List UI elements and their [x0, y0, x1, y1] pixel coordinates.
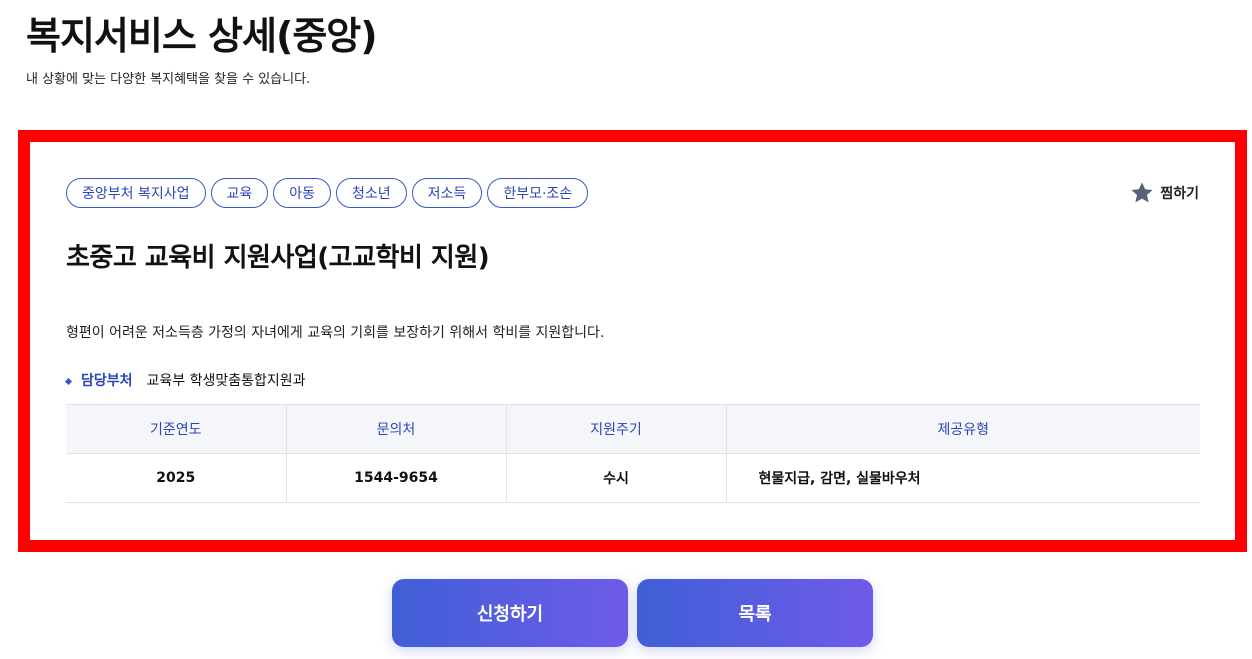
tag-single-parent[interactable]: 한부모·조손: [487, 178, 589, 208]
page: 복지서비스 상세(중앙) 내 상황에 맞는 다양한 복지혜택을 찾을 수 있습니…: [0, 0, 1252, 659]
cell-base-year: 2025: [66, 453, 287, 503]
tag-child[interactable]: 아동: [273, 178, 332, 208]
tag-youth[interactable]: 청소년: [336, 178, 407, 208]
action-buttons: 신청하기 목록: [392, 579, 873, 647]
star-icon: [1129, 180, 1155, 206]
service-description: 형편이 어려운 저소득층 가정의 자녀에게 교육의 기회를 보장하기 위해서 학…: [66, 325, 605, 341]
cell-provision-type: 현물지급, 감면, 실물바우처: [726, 453, 1200, 503]
apply-button[interactable]: 신청하기: [392, 579, 628, 647]
cell-contact: 1544-9654: [286, 453, 507, 503]
highlight-frame: 중앙부처 복지사업 교육 아동 청소년 저소득 한부모·조손 찜하기 초중고 교…: [18, 130, 1247, 552]
department-value: 교육부 학생맞춤통합지원과: [146, 373, 306, 389]
diamond-bullet-icon: [64, 377, 73, 385]
service-card: 중앙부처 복지사업 교육 아동 청소년 저소득 한부모·조손 찜하기 초중고 교…: [30, 142, 1235, 540]
list-button[interactable]: 목록: [637, 579, 873, 647]
page-title: 복지서비스 상세(중앙): [26, 14, 378, 58]
table-row: 2025 1544-9654 수시 현물지급, 감면, 실물바우처: [66, 453, 1200, 503]
cell-support-cycle: 수시: [506, 453, 727, 503]
table-header-row: 기준연도 문의처 지원주기 제공유형: [66, 404, 1200, 454]
service-info-table: 기준연도 문의처 지원주기 제공유형 2025 1544-9654 수시 현물지…: [66, 404, 1200, 503]
service-title: 초중고 교육비 지원사업(고교학비 지원): [66, 243, 490, 273]
page-subtitle: 내 상황에 맞는 다양한 복지혜택을 찾을 수 있습니다.: [26, 72, 311, 87]
header-provision-type: 제공유형: [726, 404, 1200, 454]
header-base-year: 기준연도: [66, 404, 287, 454]
bookmark-label: 찜하기: [1160, 186, 1199, 202]
header-contact: 문의처: [286, 404, 507, 454]
tag-central-welfare[interactable]: 중앙부처 복지사업: [66, 178, 206, 208]
tag-low-income[interactable]: 저소득: [411, 178, 483, 208]
department-label: 담당부처: [81, 373, 133, 389]
tag-education[interactable]: 교육: [210, 178, 269, 208]
header-support-cycle: 지원주기: [506, 404, 727, 454]
bookmark-button[interactable]: 찜하기: [1129, 180, 1199, 206]
department-row: 담당부처 교육부 학생맞춤통합지원과: [64, 370, 306, 392]
tag-list: 중앙부처 복지사업 교육 아동 청소년 저소득 한부모·조손: [66, 178, 589, 208]
